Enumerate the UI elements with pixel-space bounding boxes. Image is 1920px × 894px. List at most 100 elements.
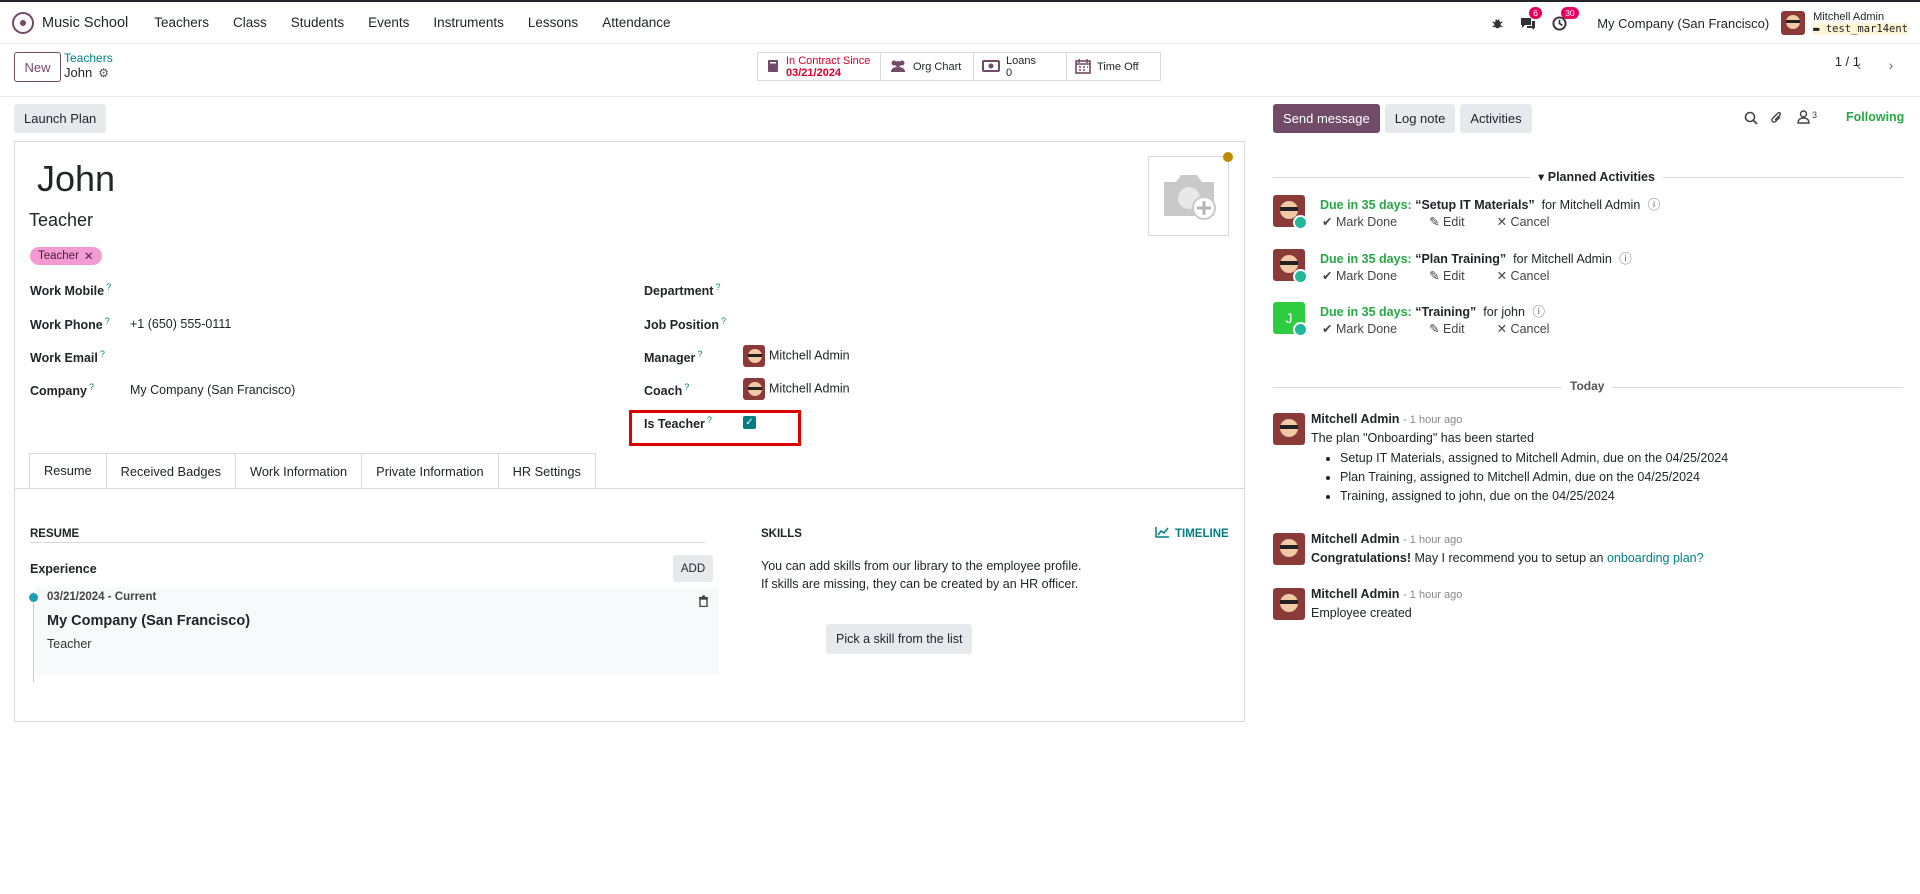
new-button[interactable]: New [14, 52, 61, 82]
tab-resume[interactable]: Resume [29, 453, 107, 488]
info-icon[interactable]: ⓘ [1532, 305, 1545, 319]
messages-count-badge: 6 [1529, 6, 1542, 19]
coach-input[interactable]: Mitchell Admin [743, 378, 850, 400]
manager-label: Manager? [644, 349, 703, 366]
user-name: Mitchell Admin [1813, 11, 1885, 23]
add-resume-line-button[interactable]: ADD [673, 555, 713, 582]
cancel-activity-button[interactable]: ✕ Cancel [1497, 268, 1566, 283]
time-off-smart-button[interactable]: Time Off [1067, 53, 1160, 80]
message-header: Mitchell Admin - 1 hour ago [1311, 411, 1462, 426]
info-icon[interactable]: ⓘ [1619, 252, 1632, 266]
user-avatar [1781, 11, 1806, 35]
is-teacher-checkbox[interactable]: ✓ [743, 416, 756, 429]
manager-input[interactable]: Mitchell Admin [743, 345, 850, 367]
timeline-button[interactable]: TIMELINE [1155, 527, 1229, 541]
is-teacher-label: Is Teacher? [644, 415, 712, 432]
activity-type-icon [1293, 269, 1308, 284]
mark-done-button[interactable]: ✔ Mark Done [1322, 268, 1413, 283]
messages-button[interactable]: 6 [1520, 6, 1542, 31]
work-email-label: Work Email? [30, 349, 105, 366]
message-time: - 1 hour ago [1403, 534, 1463, 546]
message-header: Mitchell Admin - 1 hour ago [1311, 586, 1462, 601]
tab-private-information[interactable]: Private Information [361, 453, 499, 488]
edit-activity-button[interactable]: ✎ Edit [1429, 214, 1481, 229]
following-button[interactable]: Following [1846, 110, 1904, 124]
pager-next-icon[interactable]: › [1878, 52, 1904, 78]
skills-empty-line2: If skills are missing, they can be creat… [761, 577, 1079, 591]
activities-button[interactable]: 30 [1552, 6, 1579, 31]
mark-done-button[interactable]: ✔ Mark Done [1322, 214, 1413, 229]
followers-button[interactable]: 3 [1797, 110, 1817, 124]
work-email-input[interactable] [130, 349, 380, 365]
employee-photo[interactable] [1148, 156, 1229, 236]
onboarding-plan-link[interactable]: onboarding plan? [1607, 551, 1704, 565]
pager-prev-icon[interactable]: ‹ [1846, 52, 1872, 78]
work-mobile-input[interactable] [130, 282, 380, 298]
launch-plan-button[interactable]: Launch Plan [14, 104, 107, 133]
tab-received-badges[interactable]: Received Badges [105, 453, 236, 488]
loans-label: Loans [1006, 54, 1036, 67]
employee-name[interactable]: John [37, 158, 115, 200]
remove-tag-icon[interactable]: ✕ [84, 249, 94, 263]
contract-smart-button[interactable]: In Contract Since 03/21/2024 [758, 53, 881, 80]
coach-avatar [743, 378, 765, 400]
contract-date: 03/21/2024 [786, 66, 842, 79]
paperclip-icon[interactable] [1770, 111, 1783, 128]
company-input[interactable]: My Company (San Francisco) [130, 383, 295, 397]
debug-bug-icon[interactable] [1491, 17, 1504, 30]
app-switcher[interactable]: Music School [12, 11, 128, 34]
department-input[interactable] [743, 282, 993, 298]
planned-activities-toggle[interactable]: ▾ Planned Activities [1530, 169, 1663, 184]
skills-empty-line1: You can add skills from our library to t… [761, 559, 1082, 573]
message-header: Mitchell Admin - 1 hour ago [1311, 531, 1462, 546]
job-position-input[interactable] [743, 316, 993, 332]
menu-class[interactable]: Class [221, 15, 279, 30]
user-menu[interactable]: Mitchell Admin ▬ test_mar14ent [1781, 11, 1908, 35]
activity-type-icon [1293, 215, 1308, 230]
menu-events[interactable]: Events [356, 15, 421, 30]
message-time: - 1 hour ago [1403, 589, 1463, 601]
message-author: Mitchell Admin [1311, 532, 1400, 546]
activities-button[interactable]: Activities [1460, 104, 1532, 133]
resume-heading: RESUME [30, 528, 80, 540]
edit-activity-button[interactable]: ✎ Edit [1429, 268, 1481, 283]
mark-done-button[interactable]: ✔ Mark Done [1322, 321, 1413, 336]
employee-job-title[interactable]: Teacher [29, 210, 93, 231]
tab-hr-settings[interactable]: HR Settings [497, 453, 596, 488]
message-body: The plan "Onboarding" has been started [1311, 431, 1534, 445]
search-icon[interactable] [1744, 111, 1758, 128]
menu-students[interactable]: Students [279, 15, 356, 30]
trash-icon[interactable] [698, 595, 709, 610]
tab-work-information[interactable]: Work Information [234, 453, 363, 488]
camera-add-icon [1163, 175, 1216, 220]
resume-line-card[interactable]: 03/21/2024 - Current My Company (San Fra… [35, 587, 719, 675]
send-message-button[interactable]: Send message [1273, 104, 1380, 133]
list-item: Training, assigned to john, due on the 0… [1340, 487, 1728, 506]
menu-attendance[interactable]: Attendance [590, 15, 682, 30]
pick-skill-button[interactable]: Pick a skill from the list [826, 624, 973, 654]
breadcrumb-teachers[interactable]: Teachers [64, 51, 113, 65]
breadcrumb-current-label: John [64, 65, 93, 80]
info-icon[interactable]: ⓘ [1648, 198, 1661, 212]
resume-line-role: Teacher [47, 637, 92, 651]
menu-lessons[interactable]: Lessons [516, 15, 590, 30]
edit-activity-button[interactable]: ✎ Edit [1429, 321, 1481, 336]
menu-teachers[interactable]: Teachers [142, 15, 221, 30]
menu-instruments[interactable]: Instruments [421, 15, 516, 30]
notebook-tabs: Resume Received Badges Work Information … [29, 453, 596, 488]
loans-smart-button[interactable]: Loans 0 [974, 53, 1067, 80]
resume-line-company: My Company (San Francisco) [47, 613, 251, 629]
company-switcher[interactable]: My Company (San Francisco) [1597, 16, 1769, 31]
work-phone-input[interactable]: +1 (650) 555-0111 [130, 317, 231, 331]
message-bullets: Setup IT Materials, assigned to Mitchell… [1340, 449, 1728, 506]
user-icon [1797, 110, 1810, 124]
message-body: Employee created [1311, 606, 1412, 620]
breadcrumb-current: John ⚙ [64, 65, 109, 80]
time-off-label: Time Off [1097, 60, 1139, 73]
gear-icon[interactable]: ⚙ [98, 66, 109, 80]
app-name[interactable]: Music School [42, 15, 128, 31]
cancel-activity-button[interactable]: ✕ Cancel [1497, 321, 1566, 336]
cancel-activity-button[interactable]: ✕ Cancel [1497, 214, 1566, 229]
org-chart-smart-button[interactable]: Org Chart [881, 53, 974, 80]
log-note-button[interactable]: Log note [1384, 104, 1456, 133]
